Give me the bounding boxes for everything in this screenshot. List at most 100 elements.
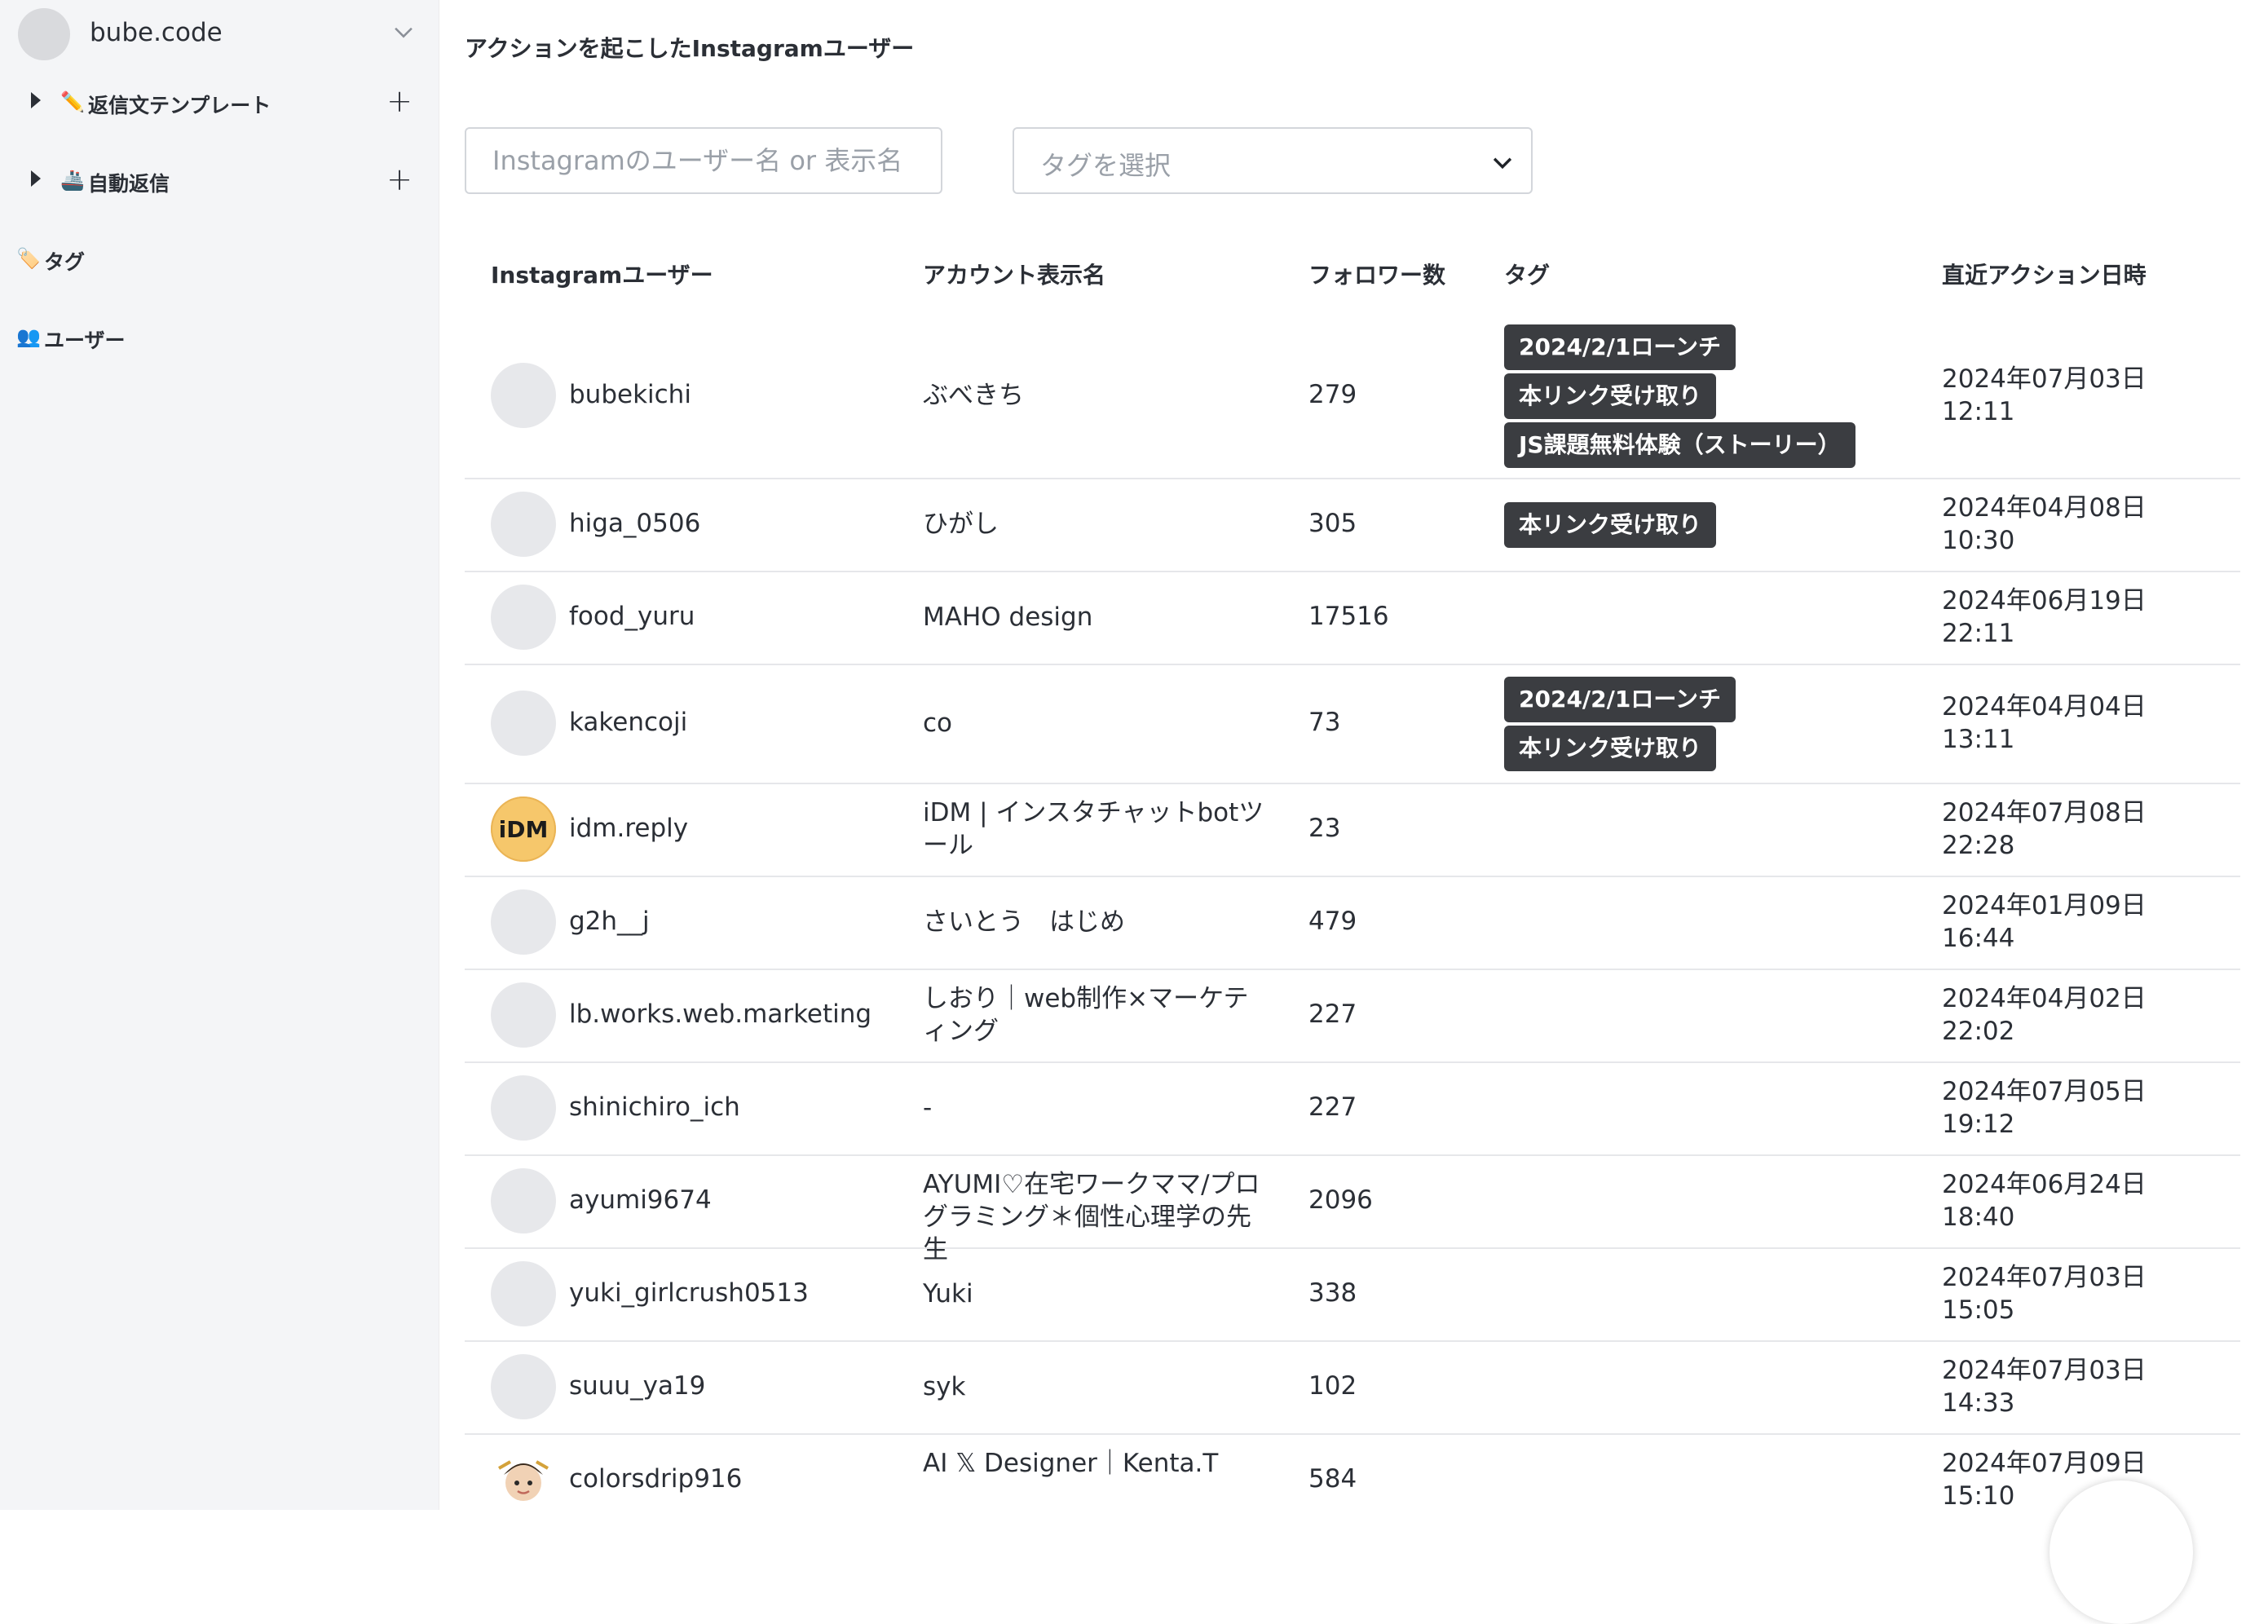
column-header-user[interactable]: Instagramユーザー: [491, 258, 713, 290]
last-action-time: 19:12: [1942, 1110, 2015, 1139]
display-name-cell: MAHO design: [923, 602, 1093, 632]
avatar: [491, 1261, 556, 1326]
tag-badge[interactable]: 2024/2/1ローンチ: [1504, 324, 1736, 370]
sidebar-item-users[interactable]: 👥 ユーザー: [16, 315, 424, 360]
followers-cell: 227: [1308, 1000, 1357, 1029]
display-name-cell: Yuki: [923, 1279, 973, 1308]
table-row[interactable]: suuu_ya19 syk 102 2024年07月03日 14:33: [465, 1340, 2240, 1435]
table-row[interactable]: lb.works.web.marketing しおり｜web制作×マーケティング 2…: [465, 969, 2240, 1063]
users-icon: 👥: [16, 325, 41, 348]
display-name-cell: しおり｜web制作×マーケティング: [923, 984, 1249, 1046]
last-action-time: 22:02: [1942, 1017, 2015, 1046]
last-action-date: 2024年07月03日: [1942, 1263, 2147, 1292]
last-action-date: 2024年06月19日: [1942, 586, 2147, 616]
tag-badge[interactable]: 本リンク受け取り: [1504, 726, 1717, 771]
followers-cell: 17516: [1308, 602, 1389, 631]
followers-cell: 479: [1308, 907, 1357, 936]
last-action-cell: 2024年07月03日 12:11: [1942, 363, 2186, 428]
tag-badge[interactable]: 2024/2/1ローンチ: [1504, 677, 1736, 722]
username-cell: higa_0506: [569, 509, 701, 538]
followers-cell: 338: [1308, 1278, 1357, 1308]
search-input[interactable]: [465, 127, 942, 194]
workspace-avatar: [18, 8, 70, 60]
tag-select-placeholder: タグを選択: [1040, 150, 1172, 181]
last-action-cell: 2024年07月03日 14:33: [1942, 1354, 2186, 1419]
chevron-down-icon: [1493, 157, 1512, 170]
last-action-date: 2024年04月02日: [1942, 984, 2147, 1013]
followers-cell: 2096: [1308, 1185, 1373, 1215]
workspace-switcher[interactable]: bube.code: [16, 5, 424, 62]
avatar: [491, 1354, 556, 1419]
sidebar-item-tags[interactable]: 🏷️ タグ: [16, 236, 424, 282]
sidebar-item-label: タグ: [44, 250, 86, 274]
last-action-date: 2024年07月03日: [1942, 364, 2147, 394]
last-action-time: 14:33: [1942, 1388, 2015, 1418]
chevron-down-icon[interactable]: [390, 18, 417, 46]
username-cell: food_yuru: [569, 602, 695, 631]
avatar: [491, 889, 556, 955]
column-header-followers[interactable]: フォロワー数: [1308, 258, 1445, 290]
avatar: [491, 492, 556, 557]
column-header-tags[interactable]: タグ: [1504, 258, 1550, 290]
ship-icon: 🚢: [60, 169, 85, 192]
username-cell: kakencoji: [569, 708, 688, 737]
add-auto-reply-button[interactable]: +: [386, 161, 413, 197]
display-name-cell: iDM | インスタチャットbotツール: [923, 798, 1264, 860]
followers-cell: 73: [1308, 708, 1341, 737]
table-row[interactable]: colorsdrip916 AI 𝕏 Designer｜Kenta.T 584 202…: [465, 1433, 2240, 1526]
tag-badge[interactable]: 本リンク受け取り: [1504, 373, 1717, 419]
tag-badge[interactable]: JS課題無料体験（ストーリー）: [1504, 422, 1855, 468]
username-cell: lb.works.web.marketing: [569, 1000, 872, 1029]
table-row[interactable]: shinichiro_ich - 227 2024年07月05日 19:12: [465, 1061, 2240, 1156]
avatar-illustration-icon: [498, 1460, 549, 1501]
display-name-cell: AI 𝕏 Designer｜Kenta.T: [923, 1449, 1219, 1478]
avatar: [491, 1075, 556, 1141]
last-action-date: 2024年07月03日: [1942, 1356, 2147, 1385]
main-content: アクションを起こしたInstagramユーザー タグを選択 Instagramユ…: [465, 0, 2268, 1512]
tag-select[interactable]: タグを選択: [1013, 127, 1533, 194]
tag-list: 本リンク受け取り: [1504, 502, 1717, 551]
followers-cell: 584: [1308, 1464, 1357, 1494]
avatar: [491, 363, 556, 428]
last-action-time: 22:11: [1942, 619, 2015, 648]
avatar: iDM: [491, 797, 556, 862]
caret-right-icon[interactable]: [31, 170, 41, 187]
followers-cell: 23: [1308, 814, 1341, 843]
column-header-last-action[interactable]: 直近アクション日時: [1942, 258, 2147, 290]
table-row[interactable]: ayumi9674 AYUMI♡在宅ワークママ/プログラミング＊個性心理学の先生 2…: [465, 1154, 2240, 1264]
last-action-time: 15:05: [1942, 1295, 2015, 1325]
page-title: アクションを起こしたInstagramユーザー: [465, 35, 915, 62]
username-cell: yuki_girlcrush0513: [569, 1278, 809, 1308]
last-action-date: 2024年04月04日: [1942, 692, 2147, 722]
floating-action-button[interactable]: [2050, 1481, 2193, 1624]
last-action-date: 2024年07月09日: [1942, 1449, 2147, 1478]
last-action-date: 2024年04月08日: [1942, 493, 2147, 523]
tag-list: 2024/2/1ローンチ 本リンク受け取り: [1504, 677, 1736, 774]
sidebar-item-label: 自動返信: [88, 172, 170, 196]
last-action-time: 18:40: [1942, 1203, 2015, 1232]
table-row[interactable]: bubekichi ぶべきち 279 2024年07月03日 12:11 2024/2/1…: [465, 313, 2240, 479]
add-template-button[interactable]: +: [386, 83, 413, 119]
table-row[interactable]: higa_0506 ひがし 305 2024年04月08日 10:30 本リンク受け取り: [465, 478, 2240, 572]
display-name-cell: -: [923, 1093, 933, 1123]
last-action-cell: 2024年04月08日 10:30: [1942, 492, 2186, 557]
last-action-time: 10:30: [1942, 526, 2015, 555]
tag-badge[interactable]: 本リンク受け取り: [1504, 502, 1717, 548]
caret-right-icon[interactable]: [31, 92, 41, 108]
username-cell: g2h__j: [569, 907, 650, 936]
avatar: [491, 1168, 556, 1233]
sidebar-item-auto-reply[interactable]: 🚢 自動返信 +: [16, 158, 424, 204]
username-cell: ayumi9674: [569, 1185, 712, 1215]
last-action-time: 16:44: [1942, 924, 2015, 953]
table-row[interactable]: food_yuru MAHO design 17516 2024年06月19日 22:1…: [465, 571, 2240, 665]
last-action-cell: 2024年06月24日 18:40: [1942, 1168, 2186, 1233]
pencil-icon: ✏️: [60, 90, 85, 113]
column-header-display-name[interactable]: アカウント表示名: [923, 258, 1105, 290]
table-row[interactable]: kakencoji co 73 2024年04月04日 13:11 2024/2/1ローン…: [465, 664, 2240, 784]
username-cell: bubekichi: [569, 380, 691, 409]
table-row[interactable]: g2h__j さいとう はじめ 479 2024年01月09日 16:44: [465, 876, 2240, 970]
last-action-cell: 2024年01月09日 16:44: [1942, 889, 2186, 955]
sidebar-item-reply-templates[interactable]: ✏️ 返信文テンプレート +: [16, 80, 424, 126]
table-row[interactable]: yuki_girlcrush0513 Yuki 338 2024年07月03日 15:0…: [465, 1247, 2240, 1342]
table-row[interactable]: iDM idm.reply iDM | インスタチャットbotツール 23 2024年0…: [465, 783, 2240, 877]
